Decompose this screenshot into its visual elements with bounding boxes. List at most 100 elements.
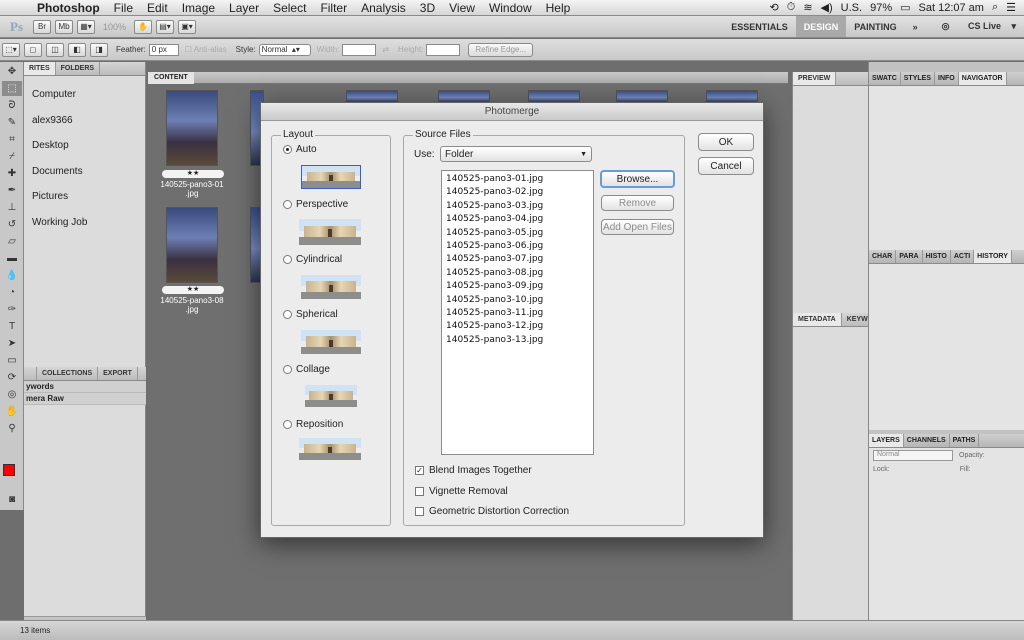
- layout-perspective-option[interactable]: Perspective: [283, 199, 348, 210]
- workspace-essentials[interactable]: ESSENTIALS: [723, 22, 796, 32]
- radio-collage[interactable]: [283, 365, 292, 374]
- timemachine-icon[interactable]: ⏱: [787, 1, 796, 14]
- tab-folders[interactable]: FOLDERS: [56, 62, 101, 75]
- bridge-button[interactable]: Br: [33, 19, 51, 34]
- zoom-level[interactable]: 100%: [103, 22, 126, 32]
- menu-filter[interactable]: Filter: [313, 1, 354, 15]
- menu-help[interactable]: Help: [539, 1, 578, 15]
- list-item[interactable]: 140525-pano3-04.jpg: [446, 213, 589, 226]
- geometric-distortion-option[interactable]: Geometric Distortion Correction: [415, 506, 569, 517]
- blend-images-checkbox[interactable]: ✓: [415, 466, 424, 475]
- wifi-icon[interactable]: ≋: [803, 1, 812, 14]
- dodge-tool-icon[interactable]: ◔: [2, 285, 22, 300]
- tab-paragraph[interactable]: PARA: [896, 250, 923, 263]
- radio-perspective[interactable]: [283, 200, 292, 209]
- zoom-tool-icon[interactable]: ⚲: [2, 421, 22, 436]
- tab-filter[interactable]: [24, 367, 37, 380]
- use-select[interactable]: Folder ▼: [440, 146, 592, 162]
- tab-navigator[interactable]: NAVIGATOR: [958, 72, 1007, 85]
- layout-reposition-option[interactable]: Reposition: [283, 419, 343, 430]
- eraser-tool-icon[interactable]: ▱: [2, 234, 22, 249]
- workspace-more[interactable]: »: [905, 22, 926, 32]
- rating-stars[interactable]: ★★: [162, 286, 224, 294]
- tab-favorites[interactable]: RITES: [24, 62, 56, 75]
- layout-spherical-option[interactable]: Spherical: [283, 309, 338, 320]
- workspace-painting[interactable]: PAINTING: [846, 22, 904, 32]
- input-source[interactable]: U.S.: [841, 2, 862, 14]
- list-item[interactable]: 140525-pano3-06.jpg: [446, 240, 589, 253]
- camera-raw-row[interactable]: mera Raw: [24, 393, 146, 405]
- tab-info[interactable]: INFO: [935, 72, 959, 85]
- antialias-checkbox[interactable]: ☐ Anti-alias: [185, 45, 227, 54]
- hand-tool-icon[interactable]: ✋: [2, 404, 22, 419]
- list-item[interactable]: 140525-pano3-09.jpg: [446, 280, 589, 293]
- list-item[interactable]: 140525-pano3-13.jpg: [446, 334, 589, 347]
- list-item[interactable]: 140525-pano3-03.jpg: [446, 200, 589, 213]
- menu-image[interactable]: Image: [175, 1, 222, 15]
- minibridge-button[interactable]: Mb: [55, 19, 73, 34]
- feather-input[interactable]: 0 px: [148, 43, 179, 56]
- menu-view[interactable]: View: [442, 1, 482, 15]
- tab-history[interactable]: HISTORY: [974, 250, 1012, 263]
- list-item[interactable]: 140525-pano3-07.jpg: [446, 253, 589, 266]
- spotlight-icon[interactable]: ⌕: [992, 1, 998, 14]
- favorite-home[interactable]: alex9366: [24, 108, 145, 134]
- favorite-computer[interactable]: Computer: [24, 82, 145, 108]
- tab-preview[interactable]: PREVIEW: [793, 72, 837, 85]
- volume-icon[interactable]: ◀): [821, 1, 833, 14]
- type-tool-icon[interactable]: T: [2, 319, 22, 334]
- 3d-rotate-tool-icon[interactable]: ⟳: [2, 370, 22, 385]
- blend-images-option[interactable]: ✓ Blend Images Together: [415, 465, 532, 476]
- list-item[interactable]: 140525-pano3-11.jpg: [446, 307, 589, 320]
- favorite-pictures[interactable]: Pictures: [24, 184, 145, 210]
- selection-mode-new[interactable]: ◻: [24, 42, 42, 57]
- menu-app-name[interactable]: Photoshop: [30, 1, 107, 15]
- navigator-zoom-slider[interactable]: [873, 240, 1021, 248]
- tab-paths[interactable]: PATHS: [950, 434, 980, 447]
- view-extras-button[interactable]: ▦▾: [77, 19, 95, 34]
- thumbnail-image[interactable]: [166, 207, 218, 283]
- selection-mode-subtract[interactable]: ◧: [68, 42, 86, 57]
- geometric-distortion-checkbox[interactable]: [415, 507, 424, 516]
- tab-content[interactable]: CONTENT: [148, 72, 194, 84]
- tab-collections[interactable]: COLLECTIONS: [37, 367, 99, 380]
- menu-layer[interactable]: Layer: [222, 1, 266, 15]
- tab-metadata[interactable]: METADATA: [793, 313, 842, 326]
- foreground-color-swatch[interactable]: [3, 464, 15, 476]
- battery-percent[interactable]: 97%: [870, 2, 892, 14]
- move-tool-icon[interactable]: ✥: [2, 64, 22, 79]
- clock[interactable]: Sat 12:07 am: [919, 2, 984, 14]
- list-item[interactable]: 140525-pano3-08.jpg: [446, 267, 589, 280]
- blur-tool-icon[interactable]: 💧: [2, 268, 22, 283]
- selection-mode-intersect[interactable]: ◨: [90, 42, 108, 57]
- vignette-removal-checkbox[interactable]: [415, 487, 424, 496]
- radio-cylindrical[interactable]: [283, 255, 292, 264]
- keywords-row[interactable]: ywords: [24, 381, 146, 393]
- cslive-button[interactable]: ◎ CS Live ▾: [926, 21, 1024, 32]
- menu-edit[interactable]: Edit: [140, 1, 175, 15]
- crop-tool-icon[interactable]: ⌗: [2, 132, 22, 147]
- browse-button[interactable]: Browse...: [600, 170, 675, 188]
- tab-channels[interactable]: CHANNELS: [904, 434, 950, 447]
- tab-swatches[interactable]: SWATC: [869, 72, 901, 85]
- tab-export[interactable]: EXPORT: [98, 367, 138, 380]
- list-item[interactable]: 140525-pano3-05.jpg: [446, 227, 589, 240]
- marquee-tool-icon[interactable]: ⬚: [2, 81, 22, 96]
- menu-file[interactable]: File: [107, 1, 140, 15]
- ok-button[interactable]: OK: [698, 133, 754, 151]
- clone-stamp-tool-icon[interactable]: ⊥: [2, 200, 22, 215]
- selection-mode-add[interactable]: ◫: [46, 42, 64, 57]
- blend-mode-select[interactable]: Normal: [873, 449, 953, 461]
- 3d-orbit-tool-icon[interactable]: ◎: [2, 387, 22, 402]
- swap-icon[interactable]: ⇄: [382, 45, 389, 54]
- layout-collage-option[interactable]: Collage: [283, 364, 330, 375]
- height-input[interactable]: [426, 43, 461, 56]
- radio-auto[interactable]: [283, 145, 292, 154]
- thumbnail-image[interactable]: [166, 90, 218, 166]
- vignette-removal-option[interactable]: Vignette Removal: [415, 486, 508, 497]
- add-open-files-button[interactable]: Add Open Files: [601, 219, 674, 235]
- remove-button[interactable]: Remove: [601, 195, 674, 211]
- lasso-tool-icon[interactable]: ᘐ: [2, 98, 22, 113]
- tab-histogram[interactable]: HISTO: [923, 250, 951, 263]
- cancel-button[interactable]: Cancel: [698, 157, 754, 175]
